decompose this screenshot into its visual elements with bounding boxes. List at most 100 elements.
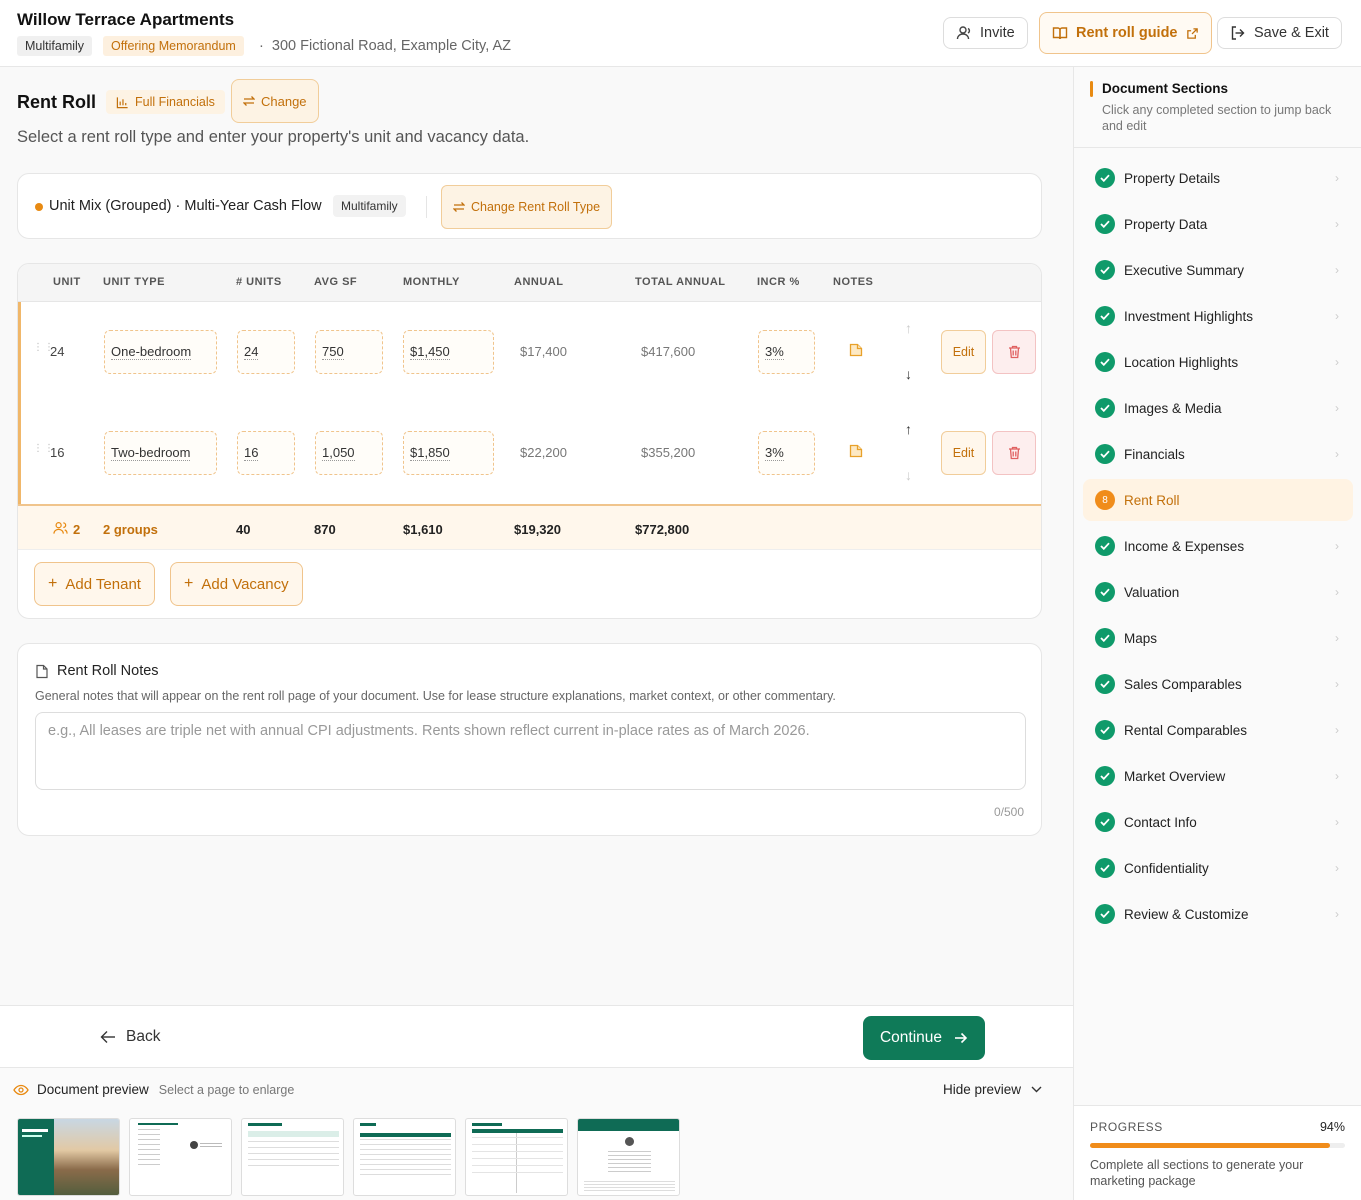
preview-help: Select a page to enlarge xyxy=(158,1082,295,1097)
full-financials-tag: Full Financials xyxy=(106,90,225,114)
sidebar-section-item[interactable]: Confidentiality › xyxy=(1083,847,1353,889)
main-content: Rent Roll Full Financials Change Select … xyxy=(0,67,1073,1005)
sidebar-section-item[interactable]: Property Data › xyxy=(1083,203,1353,245)
change-button[interactable]: Change xyxy=(231,79,319,123)
sidebar-section-item[interactable]: Income & Expenses › xyxy=(1083,525,1353,567)
table-row: ⋮⋮ 16 Two-bedroom 16 1,050 $1,850 $22,20… xyxy=(18,403,1041,504)
sidebar-section-item[interactable]: Review & Customize › xyxy=(1083,893,1353,935)
document-preview: Document preview Select a page to enlarg… xyxy=(0,1067,1073,1200)
sidebar-section-item[interactable]: 8 Rent Roll xyxy=(1083,479,1353,521)
unit-count-cell: 16 xyxy=(50,445,65,460)
move-up-icon[interactable]: ↑ xyxy=(905,421,912,437)
totals-annual: $19,320 xyxy=(514,522,561,537)
totals-row: 2 2 groups 40 870 $1,610 $19,320 $772,80… xyxy=(18,504,1041,550)
unit-count-cell: 24 xyxy=(50,344,65,359)
edit-button[interactable]: Edit xyxy=(941,330,986,374)
monthly-input[interactable]: $1,850 xyxy=(403,431,494,475)
sidebar-section-item[interactable]: Location Highlights › xyxy=(1083,341,1353,383)
check-icon xyxy=(1095,306,1115,326)
progress-value: 94% xyxy=(1319,1120,1345,1134)
sidebar-section-item[interactable]: Sales Comparables › xyxy=(1083,663,1353,705)
avg-sf-input[interactable]: 750 xyxy=(315,330,383,374)
save-and-exit-button[interactable]: Save & Exit xyxy=(1217,17,1342,49)
sidebar-section-item[interactable]: Contact Info › xyxy=(1083,801,1353,843)
sidebar-section-label: Maps xyxy=(1124,630,1158,646)
hide-preview-button[interactable]: Hide preview xyxy=(943,1082,1042,1097)
note-icon[interactable] xyxy=(848,342,864,358)
move-down-icon[interactable]: ↓ xyxy=(905,467,912,483)
units-input[interactable]: 16 xyxy=(237,431,295,475)
progress-bar-fill xyxy=(1090,1143,1330,1148)
sidebar-section-item[interactable]: Executive Summary › xyxy=(1083,249,1353,291)
check-icon xyxy=(1095,674,1115,694)
column-header: INCR % xyxy=(757,276,800,288)
monthly-input[interactable]: $1,450 xyxy=(403,330,494,374)
sidebar-section-item[interactable]: Property Details › xyxy=(1083,157,1353,199)
sidebar-section-item[interactable]: Investment Highlights › xyxy=(1083,295,1353,337)
units-input[interactable]: 24 xyxy=(237,330,295,374)
status-dot xyxy=(35,203,43,211)
invite-button[interactable]: Invite xyxy=(943,17,1028,49)
sidebar-section-label: Rental Comparables xyxy=(1124,722,1248,738)
document-type-chip: Offering Memorandum xyxy=(103,36,244,56)
arrow-left-icon xyxy=(100,1031,115,1043)
back-button[interactable]: Back xyxy=(100,1028,160,1046)
progress-label: PROGRESS xyxy=(1090,1120,1163,1134)
swap-icon xyxy=(453,202,465,212)
note-icon[interactable] xyxy=(848,443,864,459)
chevron-down-icon xyxy=(1031,1086,1042,1093)
sidebar-section-item[interactable]: Maps › xyxy=(1083,617,1353,659)
step-navigation: Back Continue xyxy=(0,1005,1073,1067)
check-icon xyxy=(1095,536,1115,556)
chevron-right-icon: › xyxy=(1335,677,1339,691)
rent-roll-type-chip: Multifamily xyxy=(333,195,406,217)
sidebar-section-label: Investment Highlights xyxy=(1124,308,1254,324)
plus-icon: + xyxy=(48,575,58,592)
sidebar-section-item[interactable]: Valuation › xyxy=(1083,571,1353,613)
column-header: AVG SF xyxy=(314,276,358,288)
column-header: ANNUAL xyxy=(514,276,564,288)
increase-input[interactable]: 3% xyxy=(758,330,815,374)
chevron-right-icon: › xyxy=(1335,631,1339,645)
preview-page-thumbnail[interactable] xyxy=(577,1118,680,1196)
notes-help-text: General notes that will appear on the re… xyxy=(35,689,836,703)
add-tenant-button[interactable]: + Add Tenant xyxy=(34,562,155,606)
rent-roll-guide-button[interactable]: Rent roll guide xyxy=(1039,12,1212,54)
move-down-icon[interactable]: ↓ xyxy=(905,366,912,382)
unit-type-input[interactable]: Two-bedroom xyxy=(104,431,217,475)
rent-roll-type-card: Unit Mix (Grouped) · Multi-Year Cash Flo… xyxy=(17,173,1042,239)
column-header: UNIT xyxy=(53,276,81,288)
add-vacancy-button[interactable]: + Add Vacancy xyxy=(170,562,303,606)
sidebar-section-item[interactable]: Financials › xyxy=(1083,433,1353,475)
total-annual-value: $355,200 xyxy=(641,445,696,460)
preview-page-thumbnail[interactable] xyxy=(129,1118,232,1196)
move-up-icon[interactable]: ↑ xyxy=(905,320,912,336)
preview-page-thumbnail[interactable] xyxy=(17,1118,120,1196)
check-icon xyxy=(1095,904,1115,924)
chevron-right-icon: › xyxy=(1335,861,1339,875)
guide-label: Rent roll guide xyxy=(1076,25,1178,41)
sidebar-section-item[interactable]: Market Overview › xyxy=(1083,755,1353,797)
unit-type-input[interactable]: One-bedroom xyxy=(104,330,217,374)
increase-input[interactable]: 3% xyxy=(758,431,815,475)
delete-button[interactable] xyxy=(992,330,1036,374)
totals-units: 40 xyxy=(236,522,251,537)
notes-textarea[interactable]: e.g., All leases are triple net with ann… xyxy=(35,712,1026,790)
continue-button[interactable]: Continue xyxy=(863,1016,985,1060)
delete-button[interactable] xyxy=(992,431,1036,475)
sidebar-section-item[interactable]: Images & Media › xyxy=(1083,387,1353,429)
avg-sf-input[interactable]: 1,050 xyxy=(315,431,383,475)
sidebar-subtitle: Click any completed section to jump back… xyxy=(1102,103,1332,133)
preview-page-thumbnail[interactable] xyxy=(465,1118,568,1196)
sidebar-section-item[interactable]: Rental Comparables › xyxy=(1083,709,1353,751)
check-icon xyxy=(1095,628,1115,648)
sidebar-section-label: Executive Summary xyxy=(1124,262,1245,278)
document-icon xyxy=(36,664,48,678)
check-icon xyxy=(1095,168,1115,188)
edit-button[interactable]: Edit xyxy=(941,431,986,475)
change-rent-roll-type-button[interactable]: Change Rent Roll Type xyxy=(441,185,613,229)
preview-page-thumbnail[interactable] xyxy=(353,1118,456,1196)
column-header: UNIT TYPE xyxy=(103,276,165,288)
column-header: # UNITS xyxy=(236,276,282,288)
preview-page-thumbnail[interactable] xyxy=(241,1118,344,1196)
